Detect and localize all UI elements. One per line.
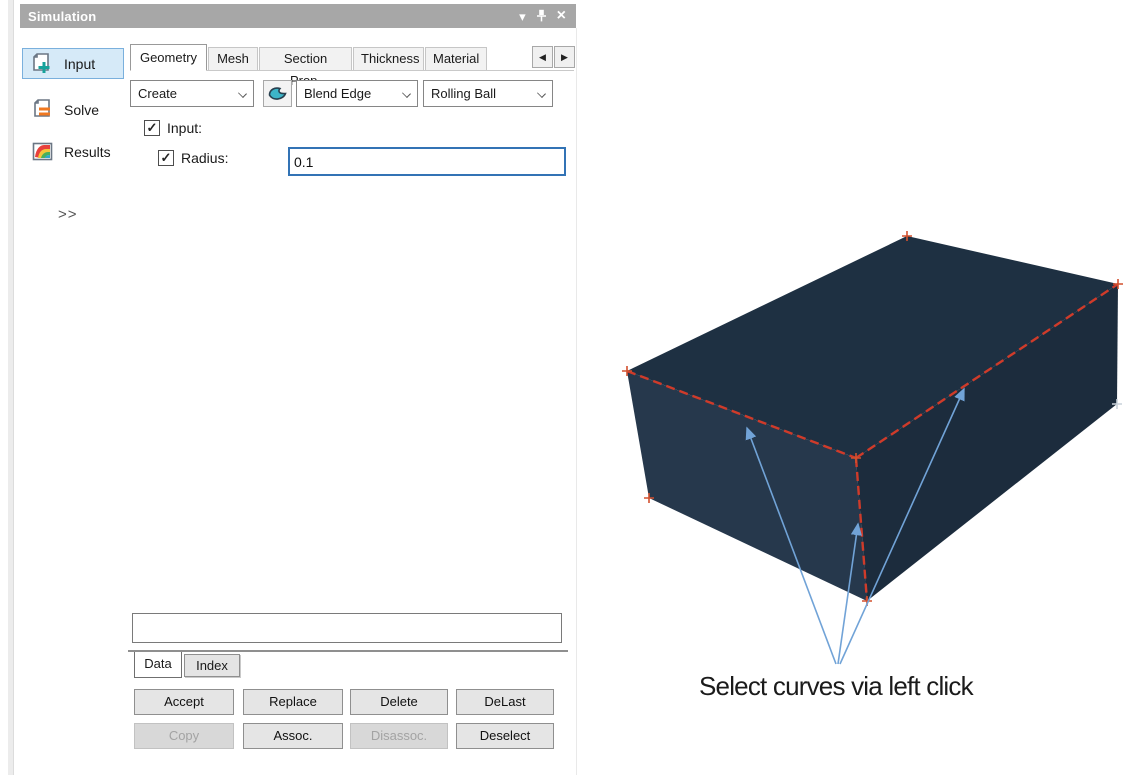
tab-geometry[interactable]: Geometry <box>130 44 207 71</box>
panel-right-border-outer <box>576 28 577 775</box>
type-select-value: Blend Edge <box>304 86 371 101</box>
sidebar-item-label: Input <box>64 56 95 72</box>
application-window: Select curves via left click Simulation … <box>0 0 1126 775</box>
blend-edge-icon-button[interactable] <box>263 80 292 107</box>
bottom-divider <box>128 650 568 652</box>
panel-title: Simulation <box>20 9 96 24</box>
sidebar-item-solve[interactable]: Solve <box>22 94 124 125</box>
panel-sidebar: Input Solve Results <box>20 28 126 775</box>
tab-mesh[interactable]: Mesh <box>208 47 258 71</box>
tab-material[interactable]: Material <box>425 47 487 71</box>
input-document-plus-icon <box>31 52 54 75</box>
tab-thickness[interactable]: Thickness <box>353 47 424 71</box>
results-contour-icon <box>31 140 54 163</box>
sidebar-item-label: Results <box>64 144 111 160</box>
input-checkbox-row: ✓ Input: <box>144 120 202 136</box>
chevron-down-icon <box>238 89 247 98</box>
radius-checkbox-label: Radius: <box>181 150 228 166</box>
delast-button[interactable]: DeLast <box>456 689 554 715</box>
pin-icon[interactable] <box>536 9 547 24</box>
viewport-annotation-text: Select curves via left click <box>699 671 973 702</box>
type-select[interactable]: Blend Edge <box>296 80 418 107</box>
geometry-toolbar: Create Blend Edge Rolling Ball <box>126 80 576 108</box>
action-select[interactable]: Create <box>130 80 254 107</box>
method-select[interactable]: Rolling Ball <box>423 80 553 107</box>
chevron-down-icon <box>402 89 411 98</box>
tab-strip: Geometry Mesh Section Prop. Thickness Ma… <box>130 44 574 71</box>
replace-button[interactable]: Replace <box>243 689 343 715</box>
method-select-value: Rolling Ball <box>431 86 496 101</box>
panel-titlebar[interactable]: Simulation ▾ × <box>20 4 576 28</box>
blend-edge-surface-icon <box>268 86 288 102</box>
sidebar-expand-button[interactable]: >> <box>58 206 78 223</box>
panel-content: Geometry Mesh Section Prop. Thickness Ma… <box>126 28 576 775</box>
tab-index[interactable]: Index <box>184 654 240 677</box>
chevron-down-icon <box>537 89 546 98</box>
tab-scroll-right-icon[interactable]: ▶ <box>554 46 575 68</box>
tab-section-prop[interactable]: Section Prop. <box>259 47 352 71</box>
sidebar-item-results[interactable]: Results <box>22 136 124 167</box>
radius-input[interactable] <box>288 147 566 176</box>
simulation-panel: Simulation ▾ × <box>20 4 578 775</box>
solve-document-icon <box>31 98 54 121</box>
copy-button: Copy <box>134 723 234 749</box>
close-icon[interactable]: × <box>557 8 566 24</box>
selection-input[interactable] <box>132 613 562 643</box>
tab-scroll-left-icon[interactable]: ◀ <box>532 46 553 68</box>
chevron-down-icon[interactable]: ▾ <box>519 10 526 23</box>
disassoc-button: Disassoc. <box>350 723 448 749</box>
tab-data[interactable]: Data <box>134 652 182 678</box>
deselect-button[interactable]: Deselect <box>456 723 554 749</box>
delete-button[interactable]: Delete <box>350 689 448 715</box>
sidebar-item-label: Solve <box>64 102 99 118</box>
input-checkbox[interactable]: ✓ <box>144 120 160 136</box>
radius-checkbox[interactable]: ✓ <box>158 150 174 166</box>
accept-button[interactable]: Accept <box>134 689 234 715</box>
input-checkbox-label: Input: <box>167 120 202 136</box>
radius-checkbox-row: ✓ Radius: <box>158 150 228 166</box>
sidebar-item-input[interactable]: Input <box>22 48 124 79</box>
action-select-value: Create <box>138 86 177 101</box>
assoc-button[interactable]: Assoc. <box>243 723 343 749</box>
